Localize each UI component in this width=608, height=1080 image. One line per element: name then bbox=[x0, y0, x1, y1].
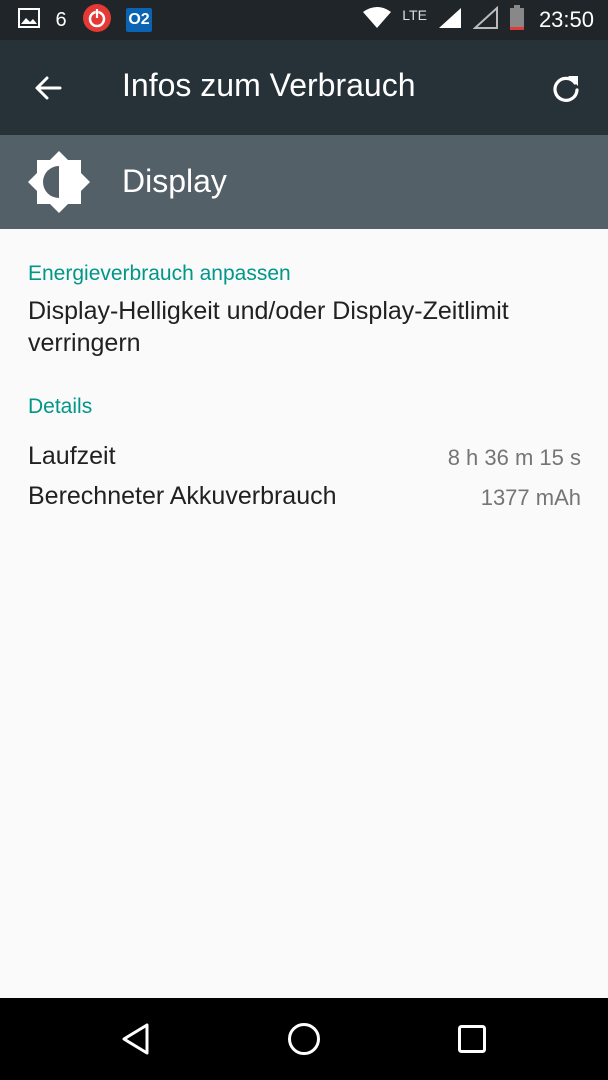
back-button[interactable] bbox=[24, 64, 72, 112]
tip-text[interactable]: Display-Helligkeit und/oder Display-Zeit… bbox=[28, 295, 583, 359]
detail-value: 1377 mAh bbox=[480, 485, 581, 510]
refresh-button[interactable] bbox=[542, 64, 590, 112]
network-type-label: LTE bbox=[402, 7, 427, 23]
usage-item-label: Display bbox=[122, 163, 227, 199]
status-bar-system: LTE 23:50 bbox=[362, 4, 594, 36]
usage-item-header: Display bbox=[0, 135, 608, 229]
back-triangle-icon bbox=[122, 1023, 149, 1055]
detail-row-runtime: Laufzeit 8 h 36 m 15 s bbox=[28, 442, 581, 474]
status-bar: 6 O2 LTE 23:50 bbox=[0, 0, 608, 40]
nav-recents-button[interactable] bbox=[440, 1015, 504, 1063]
nav-home-button[interactable] bbox=[272, 1015, 336, 1063]
refresh-icon bbox=[553, 76, 579, 102]
app-toolbar: Infos zum Verbrauch bbox=[0, 40, 608, 135]
image-notification-icon bbox=[18, 7, 40, 33]
battery-icon bbox=[509, 4, 525, 36]
nav-back-button[interactable] bbox=[104, 1015, 168, 1063]
home-circle-icon bbox=[288, 1023, 320, 1055]
clock: 23:50 bbox=[538, 7, 594, 32]
status-bar-notifications: 6 O2 bbox=[18, 3, 152, 34]
detail-row-battery-usage: Berechneter Akkuverbrauch 1377 mAh bbox=[28, 482, 581, 514]
o2-carrier-icon: O2 bbox=[126, 8, 152, 32]
page-title: Infos zum Verbrauch bbox=[122, 67, 416, 103]
tip-section-title: Energieverbrauch anpassen bbox=[28, 262, 291, 285]
signal-empty-icon bbox=[472, 5, 499, 35]
detail-key: Berechneter Akkuverbrauch bbox=[28, 482, 337, 510]
detail-value: 8 h 36 m 15 s bbox=[447, 445, 581, 470]
notification-count: 6 bbox=[55, 8, 67, 31]
arrow-left-icon bbox=[35, 76, 62, 100]
wifi-icon bbox=[362, 6, 392, 35]
recents-square-icon bbox=[458, 1025, 486, 1053]
power-app-icon bbox=[82, 3, 112, 38]
signal-icon bbox=[437, 6, 463, 35]
details-section-title: Details bbox=[28, 395, 93, 418]
brightness-icon bbox=[28, 151, 90, 213]
detail-key: Laufzeit bbox=[28, 442, 116, 470]
system-nav-bar bbox=[0, 998, 608, 1080]
